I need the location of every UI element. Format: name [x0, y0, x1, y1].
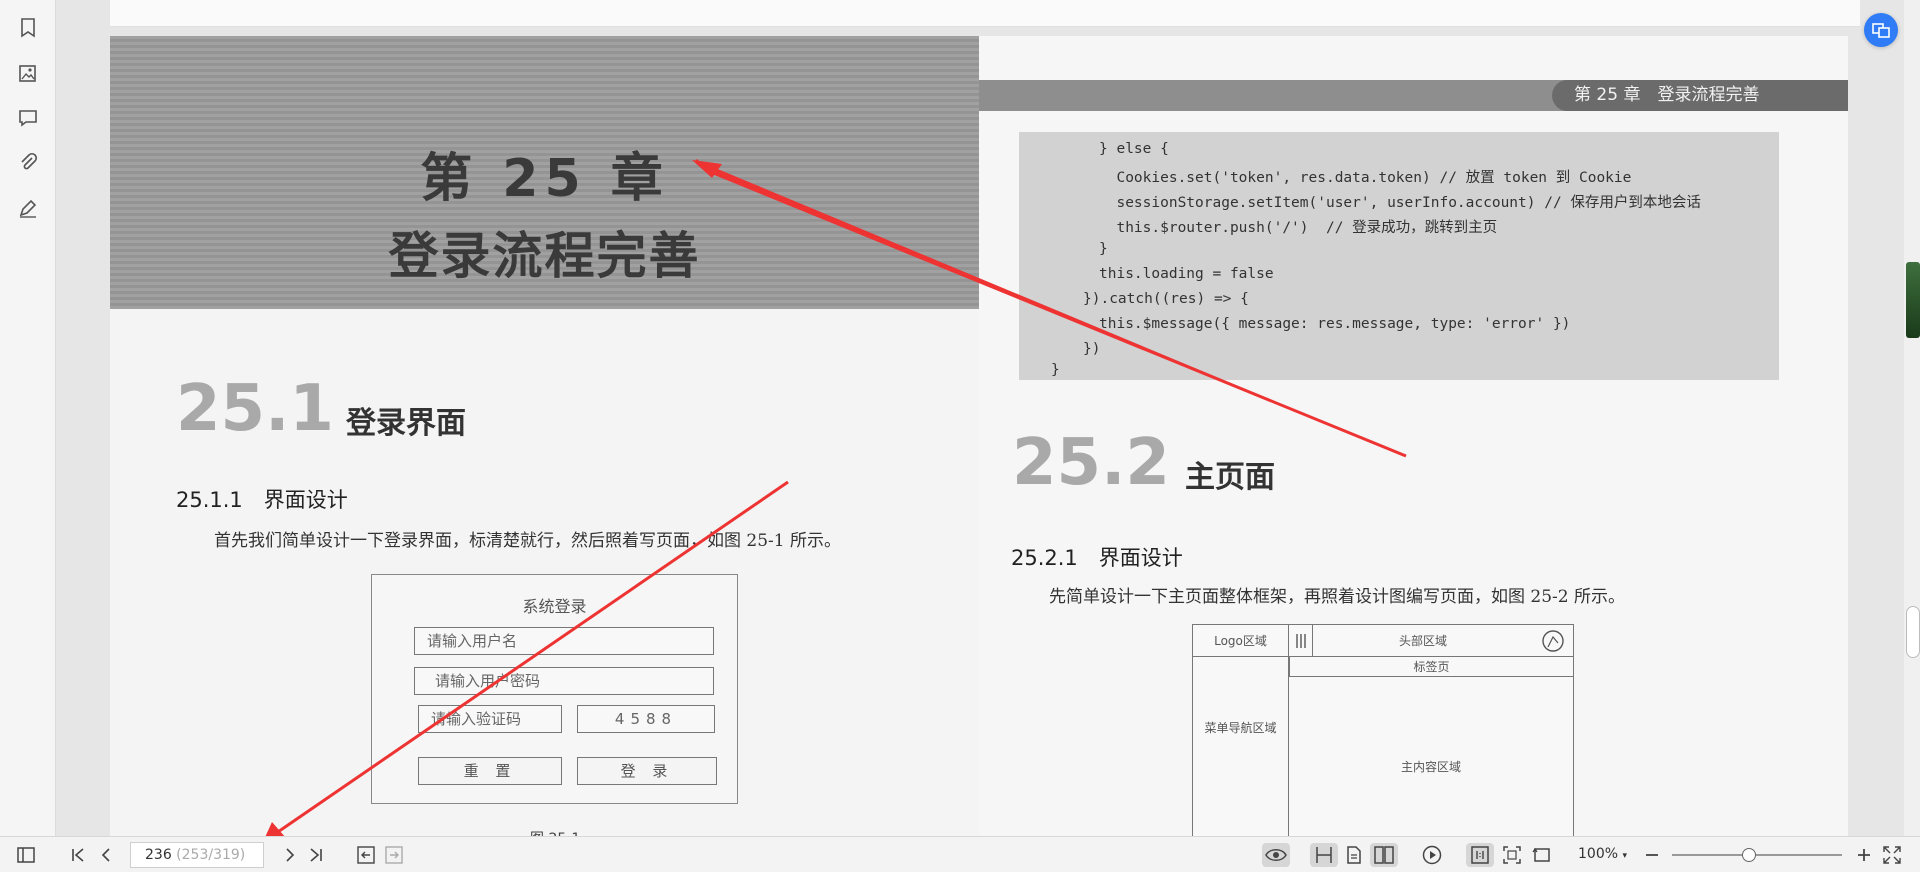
layout-main-area: 主内容区域: [1400, 759, 1461, 774]
figure-caption: 图 25-1: [530, 828, 580, 836]
body-paragraph: 先简单设计一下主页面整体框架，再照着设计图编写页面，如图 25-2 所示。: [1049, 587, 1625, 607]
code-line: } else {: [1099, 141, 1169, 157]
last-page-icon[interactable]: [304, 843, 328, 867]
zoom-level-dropdown[interactable]: 100% ▾: [1578, 846, 1627, 862]
previous-page-edge: [110, 0, 1860, 27]
layout-tabs-area: 标签页: [1289, 657, 1573, 677]
previous-page-icon[interactable]: [94, 843, 118, 867]
body-paragraph: 首先我们简单设计一下登录界面，标清楚就行，然后照着写页面，如图 25-1 所示。: [214, 531, 841, 551]
navigate-forward-icon[interactable]: [382, 843, 406, 867]
mockup-captcha-value: 4588: [577, 705, 715, 733]
running-header: 第 25 章 登录流程完善: [1552, 80, 1848, 111]
code-line: }: [1051, 362, 1060, 378]
layout-logo-area: Logo区域: [1193, 625, 1289, 657]
rotate-page-icon[interactable]: [1530, 843, 1554, 867]
fullscreen-icon[interactable]: [1880, 843, 1904, 867]
left-page: 第 25 章 登录流程完善 25.1 登录界面 25.1.1 界面设计 首先我们…: [110, 36, 979, 836]
image-search-icon[interactable]: [14, 60, 42, 88]
section-title: 主页面: [1185, 460, 1275, 495]
code-line: sessionStorage.setItem('user', userInfo.…: [1099, 195, 1701, 211]
mockup-reset-button: 重 置: [418, 757, 562, 785]
code-line: }): [1083, 341, 1101, 357]
section-title: 登录界面: [346, 406, 466, 441]
translate-button[interactable]: [1864, 13, 1898, 47]
page-number-input[interactable]: 236 (253/319): [130, 842, 264, 868]
bookmark-icon[interactable]: [14, 14, 42, 42]
continuous-scroll-icon[interactable]: [1310, 843, 1338, 867]
layout-menu-area-lower: [1193, 797, 1289, 836]
layout-mockup-figure: Logo区域 头部区域 标签页 菜单导航区域 主内容区域: [1192, 624, 1574, 836]
chapter-number: 第 25 章: [420, 149, 669, 209]
code-line: this.loading = false: [1099, 266, 1274, 282]
section-number: 25.1: [176, 372, 334, 446]
document-viewport[interactable]: 第 25 章 登录流程完善 25.1 登录界面 25.1.1 界面设计 首先我们…: [56, 0, 1920, 836]
subsection-title: 25.2.1 界面设计: [1011, 546, 1183, 570]
translate-icon: [1872, 23, 1890, 38]
zoom-in-icon[interactable]: [1852, 843, 1876, 867]
sidebar-toggle-icon[interactable]: [14, 843, 38, 867]
bottom-toolbar: 236 (253/319) 100% ▾: [0, 836, 1920, 872]
right-page: 第 25 章 登录流程完善 } else { Cookies.set('toke…: [979, 36, 1848, 836]
chevron-down-icon: ▾: [1622, 851, 1628, 861]
zoom-slider-track[interactable]: [1672, 854, 1842, 856]
mockup-login-button: 登 录: [577, 757, 717, 785]
layout-menu-area: 菜单导航区域: [1193, 657, 1289, 797]
section-number: 25.2: [1012, 426, 1170, 500]
login-mockup-figure: 系统登录 请输入用户名 请输入用户密码 请输入验证码 4588 重 置 登 录: [371, 574, 738, 804]
code-line: }).catch((res) => {: [1083, 291, 1249, 307]
mockup-title: 系统登录: [522, 597, 587, 616]
avatar-icon: [1533, 625, 1573, 657]
single-page-icon[interactable]: [1342, 843, 1366, 867]
chapter-name: 登录流程完善: [388, 227, 701, 285]
chapter-banner: 第 25 章 登录流程完善: [110, 36, 979, 309]
sign-icon[interactable]: [14, 194, 42, 222]
code-line: this.$message({ message: res.message, ty…: [1099, 316, 1571, 332]
double-page-icon[interactable]: [1370, 843, 1398, 867]
scrollbar-thumb[interactable]: [1906, 606, 1920, 658]
first-page-icon[interactable]: [66, 843, 90, 867]
fit-page-icon[interactable]: [1500, 843, 1524, 867]
play-slideshow-icon[interactable]: [1420, 843, 1444, 867]
code-line: Cookies.set('token', res.data.token) // …: [1099, 170, 1632, 186]
pdf-reader-window: 第 25 章 登录流程完善 25.1 登录界面 25.1.1 界面设计 首先我们…: [0, 0, 1920, 872]
zoom-level: 100%: [1578, 846, 1619, 862]
current-page: 236: [145, 847, 172, 863]
mockup-username-field: 请输入用户名: [414, 627, 714, 655]
mockup-password-field: 请输入用户密码: [414, 667, 714, 695]
page-thumbnail-indicator: [1906, 262, 1920, 338]
actual-size-icon[interactable]: [1466, 843, 1494, 867]
zoom-slider-handle[interactable]: [1741, 848, 1756, 862]
code-line: this.$router.push('/') // 登录成功，跳转到主页: [1099, 220, 1498, 236]
attachment-icon[interactable]: [14, 148, 42, 176]
left-sidebar: [0, 0, 56, 836]
next-page-icon[interactable]: [278, 843, 302, 867]
comment-icon[interactable]: [14, 104, 42, 132]
navigate-back-icon[interactable]: [354, 843, 378, 867]
eye-protection-icon[interactable]: [1262, 843, 1290, 867]
mockup-captcha-field: 请输入验证码: [418, 705, 562, 733]
zoom-out-icon[interactable]: [1640, 843, 1664, 867]
subsection-title: 25.1.1 界面设计: [176, 488, 348, 512]
layout-header-area: 头部区域: [1313, 625, 1533, 657]
menu-toggle-icon: [1289, 625, 1313, 657]
page-detail: (253/319): [171, 847, 246, 863]
code-line: }: [1099, 241, 1108, 257]
code-block: } else { Cookies.set('token', res.data.t…: [1019, 132, 1779, 380]
vertical-scrollbar[interactable]: [1904, 0, 1920, 836]
